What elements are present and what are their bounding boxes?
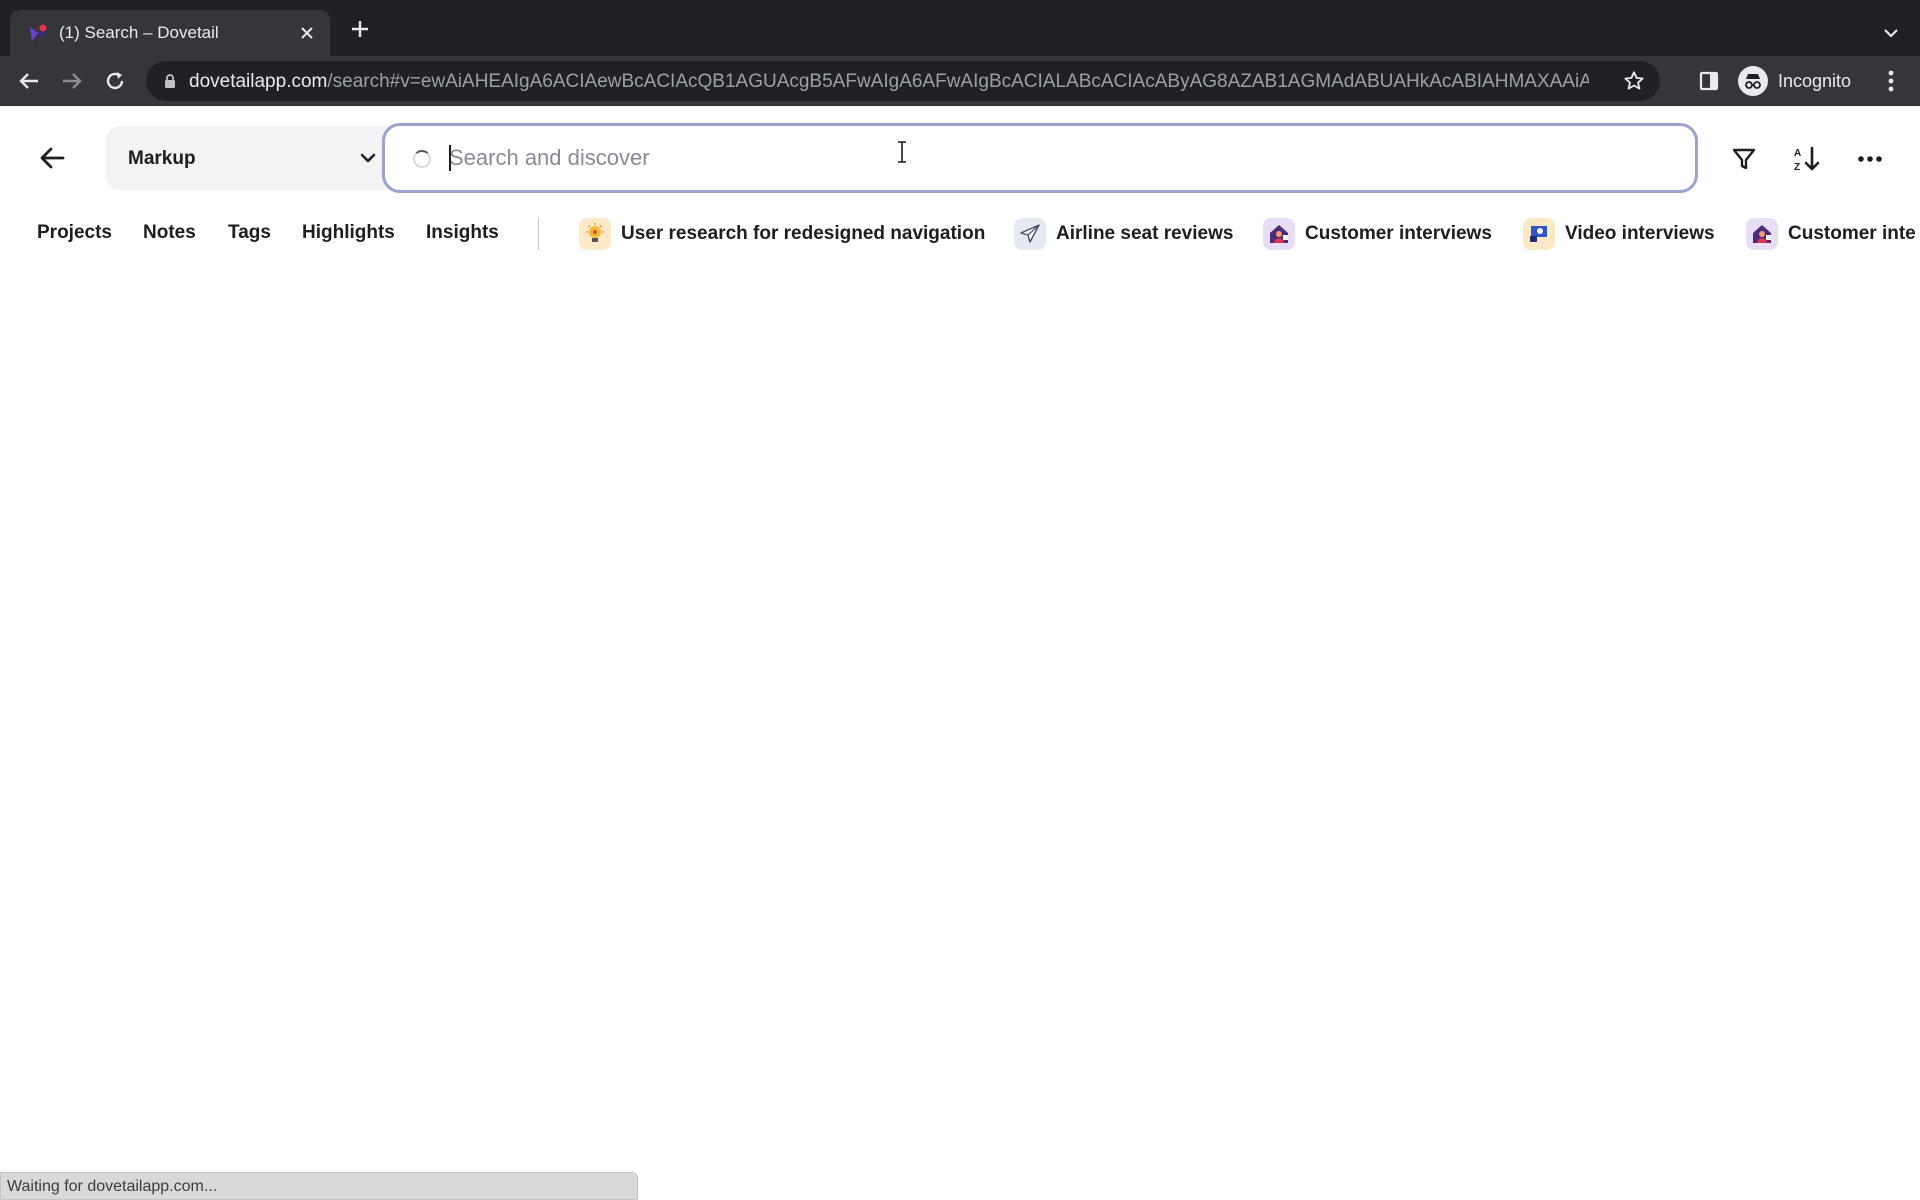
tab-close-icon[interactable] [294,20,320,46]
search-input[interactable] [449,142,1649,174]
project-chip-customer-interviews-2[interactable]: Customer inte [1746,216,1916,252]
browser-reload-icon[interactable] [98,64,132,98]
nav-notes[interactable]: Notes [143,222,196,244]
url-text: dovetailapp.com/search#v=ewAiAHEAIgA6ACI… [189,71,1589,93]
dovetail-favicon-icon [30,24,47,41]
project-chip-user-research[interactable]: User research for redesigned navigation [579,216,985,252]
url-path: /search#v=ewAiAHEAIgA6ACIAewBcACIAcQB1AG… [327,71,1589,92]
project-chip-airline-seat-reviews[interactable]: Airline seat reviews [1014,216,1233,252]
workspace-label: Markup [128,148,196,169]
svg-text:A: A [1794,148,1801,159]
browser-forward-icon[interactable] [55,64,89,98]
browser-tab[interactable]: (1) Search – Dovetail [10,10,330,56]
url-host: dovetailapp.com [189,71,328,92]
project-chip-video-interviews[interactable]: Video interviews [1523,216,1715,252]
sort-icon[interactable]: A Z [1790,142,1824,176]
nav-highlights[interactable]: Highlights [302,222,395,244]
nav-divider [538,218,539,250]
project-label: Customer interviews [1305,223,1492,244]
house-person-icon [1746,218,1778,250]
text-caret [449,145,451,171]
app-back-button[interactable] [32,138,72,178]
navigation-row: Projects Notes Tags Highlights Insights … [0,214,1920,254]
side-panel-icon[interactable] [1694,66,1724,96]
chat-person-icon [1523,218,1555,250]
ibeam-cursor-icon [898,141,906,163]
browser-back-icon[interactable] [12,64,46,98]
project-chip-customer-interviews[interactable]: Customer interviews [1263,216,1492,252]
browser-status-bubble: Waiting for dovetailapp.com... [0,1172,638,1200]
browser-menu-icon[interactable] [1876,66,1906,96]
browser-toolbar: dovetailapp.com/search#v=ewAiAHEAIgA6ACI… [0,56,1920,106]
house-person-icon [1263,218,1295,250]
search-box[interactable] [382,123,1698,193]
workspace-select[interactable]: Markup [106,126,406,190]
nav-tags[interactable]: Tags [228,222,271,244]
more-options-icon[interactable] [1853,142,1887,176]
bookmark-star-icon[interactable] [1622,69,1646,93]
arrow-left-icon [40,147,65,169]
project-label: Airline seat reviews [1056,223,1234,244]
incognito-icon [1738,66,1768,96]
chevron-down-icon [360,153,376,163]
address-bar[interactable]: dovetailapp.com/search#v=ewAiAHEAIgA6ACI… [146,61,1660,101]
filter-icon[interactable] [1727,142,1761,176]
loading-spinner-icon [413,150,431,168]
incognito-label: Incognito [1778,70,1852,91]
browser-tab-bar: (1) Search – Dovetail [0,0,1920,56]
svg-text:Z: Z [1794,162,1800,173]
incognito-profile[interactable]: Incognito [1736,62,1868,100]
project-label: Customer inte [1788,223,1916,244]
project-label: Video interviews [1565,223,1715,244]
new-tab-icon[interactable] [345,14,375,44]
lock-icon [165,74,175,88]
airplane-icon [1014,218,1046,250]
lightbulb-icon [579,218,611,250]
nav-insights[interactable]: Insights [426,222,499,244]
nav-projects[interactable]: Projects [37,222,112,244]
project-label: User research for redesigned navigation [621,223,986,244]
status-text: Waiting for dovetailapp.com... [7,1178,218,1195]
tab-search-chevron-icon[interactable] [1876,18,1906,48]
tab-title: (1) Search – Dovetail [59,23,219,42]
